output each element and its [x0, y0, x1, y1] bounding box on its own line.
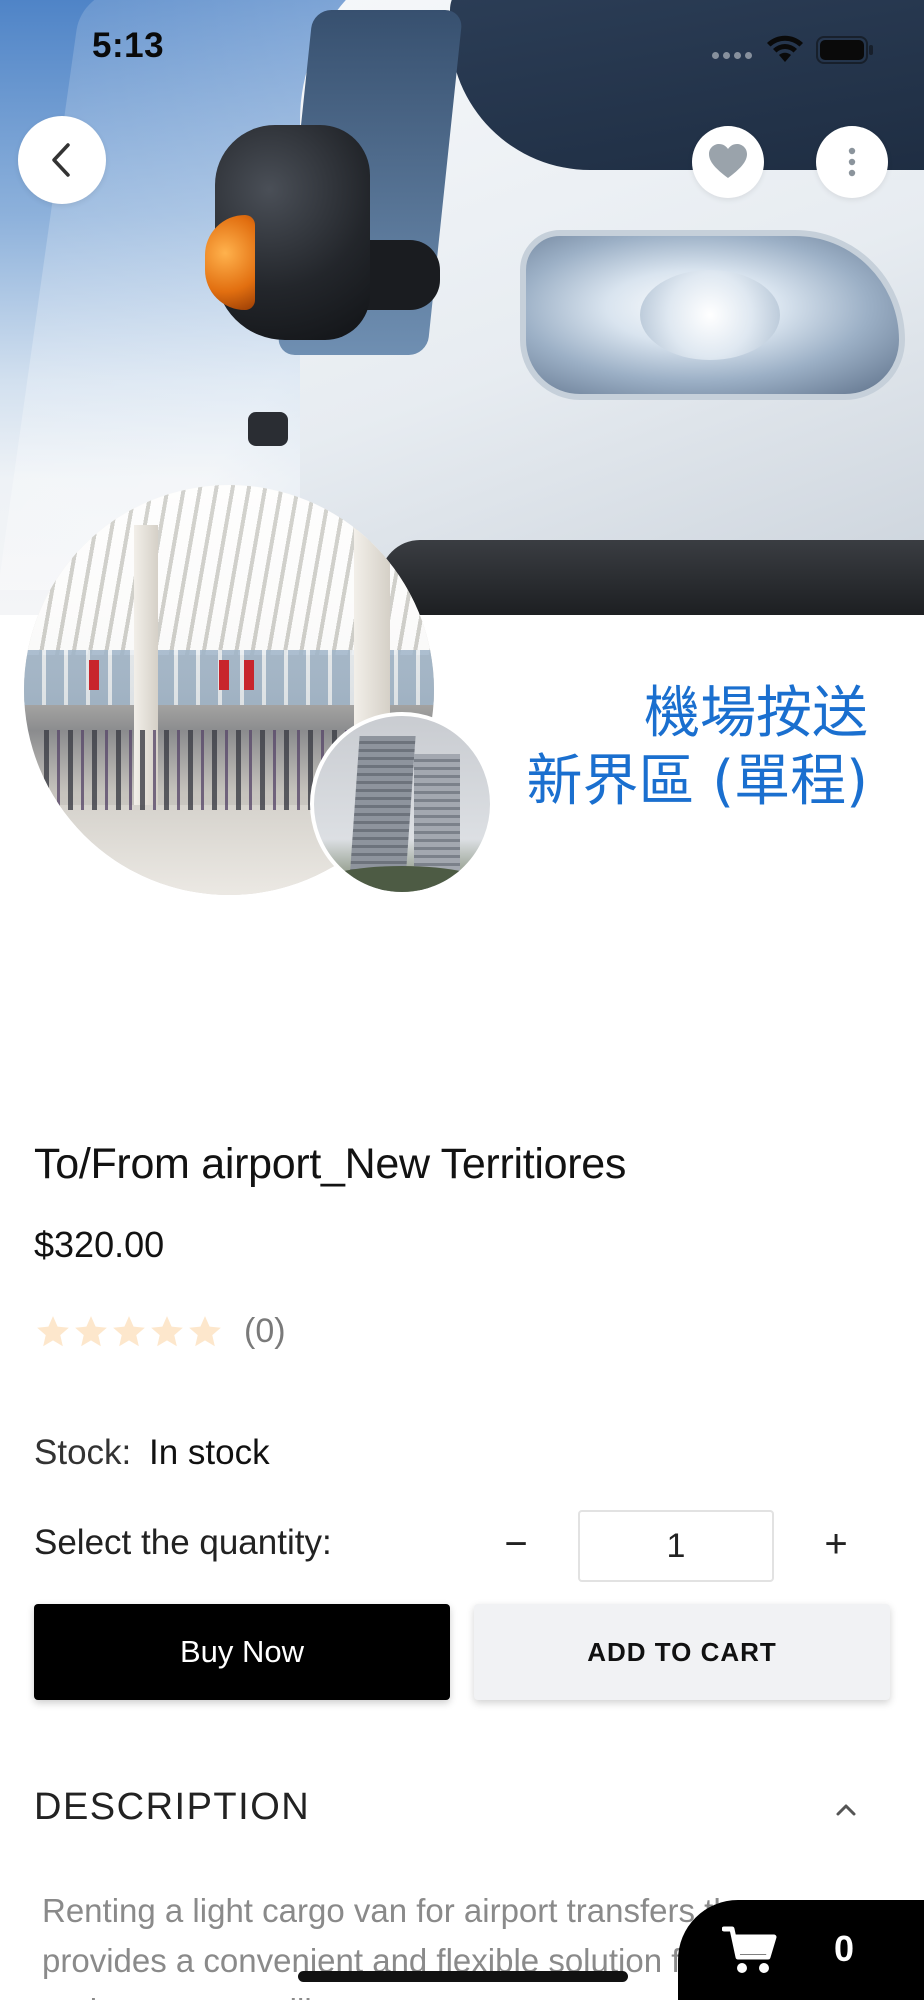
floating-cart-button[interactable] — [678, 1900, 924, 2000]
home-indicator — [298, 1971, 628, 1982]
van-door-handle — [248, 412, 288, 446]
banner-title: 機場按送 新界區 (單程) — [500, 680, 869, 816]
star-icon — [75, 1315, 107, 1346]
back-button[interactable] — [18, 116, 106, 204]
status-bar: 5:13 — [0, 0, 924, 100]
wifi-icon — [767, 35, 803, 62]
status-time: 5:13 — [92, 26, 165, 65]
product-price: $320.00 — [34, 1224, 165, 1265]
van-bumper — [380, 540, 924, 615]
banner-title-line2: 新界區 (單程) — [526, 749, 869, 814]
star-icon — [113, 1315, 145, 1346]
chevron-up-icon[interactable] — [826, 1792, 866, 1826]
quantity-increment-button[interactable]: + — [808, 1508, 864, 1580]
quantity-input[interactable]: 1 — [578, 1510, 774, 1582]
add-to-cart-button[interactable]: ADD TO CART — [474, 1604, 890, 1700]
building-photo — [310, 712, 494, 896]
cart-count-badge: 0 — [834, 1928, 855, 1969]
more-options-button[interactable] — [816, 126, 888, 198]
rating-count: (0) — [244, 1312, 286, 1350]
stock-value: In stock — [149, 1433, 270, 1472]
favorite-button[interactable] — [692, 126, 764, 198]
stock-status: Stock: In stock — [34, 1433, 270, 1473]
star-icon — [151, 1315, 183, 1346]
chevron-left-icon — [52, 143, 70, 177]
product-title: To/From airport_New Territiores — [34, 1140, 627, 1188]
van-headlight-lens — [640, 270, 780, 360]
cart-icon[interactable] — [722, 1925, 778, 1975]
buy-now-button[interactable]: Buy Now — [34, 1604, 450, 1700]
quantity-decrement-button[interactable]: − — [488, 1508, 544, 1580]
vertical-dots-icon — [848, 147, 856, 177]
signal-icon — [712, 52, 752, 59]
stock-label: Stock: — [34, 1433, 132, 1472]
product-rating: (0) — [34, 1312, 286, 1351]
banner-title-line1: 機場按送 — [644, 681, 868, 746]
heart-icon — [709, 144, 747, 178]
star-icon — [37, 1315, 69, 1346]
quantity-label: Select the quantity: — [34, 1523, 332, 1562]
star-icon — [189, 1315, 221, 1346]
battery-icon — [816, 36, 873, 64]
description-header[interactable]: DESCRIPTION — [34, 1786, 310, 1829]
